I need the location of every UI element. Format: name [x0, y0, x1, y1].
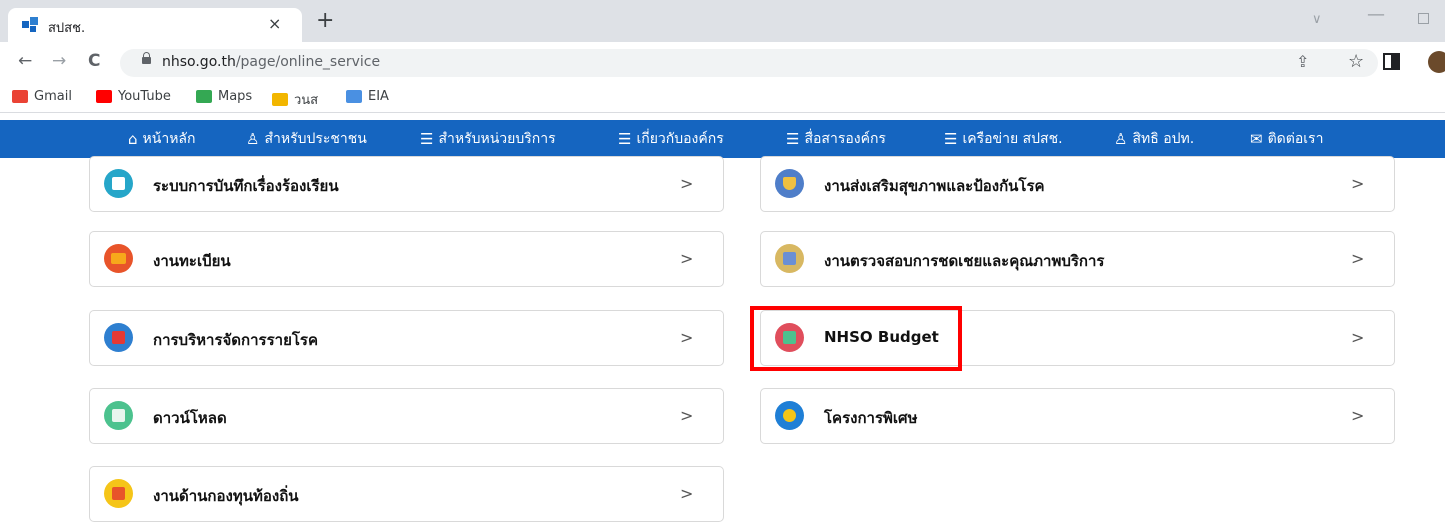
- service-card-download[interactable]: ดาวน์โหลด >: [89, 388, 724, 444]
- service-label: งานส่งเสริมสุขภาพและป้องกันโรค: [824, 177, 1045, 195]
- wns-icon: [272, 93, 288, 106]
- person-icon: ♙: [246, 130, 260, 148]
- bookmarks-bar: Gmail YouTube Maps วนส EIA: [0, 84, 1445, 113]
- chevron-right-icon: >: [680, 328, 694, 347]
- nav-label: สำหรับประชาชน: [264, 131, 367, 147]
- download-icon: [104, 401, 133, 430]
- nav-home[interactable]: ⌂ หน้าหลัก: [128, 128, 195, 150]
- bookmark-label: EIA: [368, 89, 389, 104]
- service-card-registration[interactable]: งานทะเบียน >: [89, 231, 724, 287]
- url-path: /page/online_service: [235, 54, 381, 70]
- nav-communication[interactable]: ☰ สื่อสารองค์กร: [786, 128, 886, 150]
- bookmark-wns[interactable]: วนส: [272, 89, 318, 110]
- briefcase-icon: [104, 479, 133, 508]
- bookmark-gmail[interactable]: Gmail: [12, 89, 72, 104]
- chevron-right-icon: >: [1351, 406, 1365, 425]
- nav-label: สำหรับหน่วยบริการ: [438, 131, 556, 147]
- mail-icon: ✉: [1250, 130, 1263, 148]
- service-label: งานด้านกองทุนท้องถิ่น: [153, 487, 299, 505]
- list-icon: ☰: [944, 130, 958, 148]
- minimize-button[interactable]: —: [1367, 4, 1385, 25]
- nav-network[interactable]: ☰ เครือข่าย สปสช.: [944, 128, 1063, 150]
- side-panel-icon[interactable]: [1383, 53, 1400, 70]
- bookmark-label: YouTube: [118, 89, 171, 104]
- list-icon: ☰: [618, 130, 632, 148]
- complaint-icon: [104, 169, 133, 198]
- service-label: งานตรวจสอบการชดเชยและคุณภาพบริการ: [824, 252, 1105, 270]
- highlight-box: [750, 306, 962, 371]
- bookmark-maps[interactable]: Maps: [196, 89, 252, 104]
- nav-local-rights[interactable]: ♙ สิทธิ อปท.: [1114, 128, 1194, 150]
- service-card-local-fund[interactable]: งานด้านกองทุนท้องถิ่น >: [89, 466, 724, 522]
- medical-kit-icon: [104, 323, 133, 352]
- bookmark-youtube[interactable]: YouTube: [96, 89, 171, 104]
- nav-label: เกี่ยวกับองค์กร: [636, 131, 724, 147]
- service-label: งานทะเบียน: [153, 252, 231, 270]
- forward-button[interactable]: →: [52, 51, 66, 71]
- nav-label: สื่อสารองค์กร: [804, 131, 886, 147]
- share-icon[interactable]: ⇪: [1296, 52, 1309, 71]
- bookmark-label: วนส: [294, 93, 319, 108]
- bookmark-eia[interactable]: EIA: [346, 89, 389, 104]
- browser-toolbar: ← → C nhso.go.th/page/online_service ⇪ ☆: [0, 42, 1445, 84]
- browser-tab-strip: สปสช. × + ∨ —: [0, 0, 1445, 42]
- lock-icon[interactable]: [142, 52, 151, 64]
- nav-label: สิทธิ อปท.: [1132, 131, 1195, 147]
- maximize-button[interactable]: [1418, 13, 1429, 24]
- bookmark-label: Maps: [218, 89, 253, 104]
- chevron-right-icon: >: [680, 484, 694, 503]
- url-text[interactable]: nhso.go.th/page/online_service: [162, 54, 380, 70]
- service-label: ดาวน์โหลด: [153, 409, 227, 427]
- new-tab-button[interactable]: +: [316, 10, 334, 32]
- youtube-icon: [96, 90, 112, 103]
- nav-service-units[interactable]: ☰ สำหรับหน่วยบริการ: [420, 128, 556, 150]
- tab-title: สปสช.: [48, 21, 86, 36]
- tab-search-chevron-icon[interactable]: ∨: [1312, 12, 1322, 27]
- site-main-nav: ⌂ หน้าหลัก ♙ สำหรับประชาชน ☰ สำหรับหน่วยบริ…: [0, 120, 1445, 158]
- home-icon: ⌂: [128, 130, 138, 148]
- nhso-favicon-icon: [22, 17, 38, 32]
- list-icon: ☰: [786, 130, 800, 148]
- reload-button[interactable]: C: [88, 51, 100, 71]
- chevron-right-icon: >: [1351, 174, 1365, 193]
- nav-contact[interactable]: ✉ ติดต่อเรา: [1250, 128, 1323, 150]
- nav-label: ติดต่อเรา: [1267, 131, 1324, 147]
- folder-icon: [104, 244, 133, 273]
- service-card-complaint[interactable]: ระบบการบันทึกเรื่องร้องเรียน >: [89, 156, 724, 212]
- service-label: การบริหารจัดการรายโรค: [153, 331, 319, 349]
- tab-close-icon[interactable]: ×: [268, 14, 281, 34]
- service-card-audit[interactable]: งานตรวจสอบการชดเชยและคุณภาพบริการ >: [760, 231, 1395, 287]
- bookmark-label: Gmail: [34, 89, 72, 104]
- list-icon: ☰: [420, 130, 434, 148]
- nav-label: เครือข่าย สปสช.: [962, 131, 1063, 147]
- browser-tab-active[interactable]: สปสช. ×: [8, 8, 302, 42]
- nav-public[interactable]: ♙ สำหรับประชาชน: [246, 128, 367, 150]
- maps-icon: [196, 90, 212, 103]
- profile-avatar[interactable]: [1428, 51, 1445, 73]
- service-card-special-projects[interactable]: โครงการพิเศษ >: [760, 388, 1395, 444]
- service-card-disease-management[interactable]: การบริหารจัดการรายโรค >: [89, 310, 724, 366]
- people-icon: ♙: [1114, 130, 1128, 148]
- bookmark-star-icon[interactable]: ☆: [1348, 51, 1364, 72]
- address-bar[interactable]: nhso.go.th/page/online_service ⇪ ☆: [120, 49, 1378, 77]
- chevron-right-icon: >: [1351, 249, 1365, 268]
- chevron-right-icon: >: [680, 406, 694, 425]
- shield-icon: [775, 169, 804, 198]
- service-card-health-promotion[interactable]: งานส่งเสริมสุขภาพและป้องกันโรค >: [760, 156, 1395, 212]
- audit-icon: [775, 244, 804, 273]
- service-label: โครงการพิเศษ: [824, 409, 918, 427]
- url-host: nhso.go.th: [162, 54, 236, 70]
- service-label: ระบบการบันทึกเรื่องร้องเรียน: [153, 177, 339, 195]
- chevron-right-icon: >: [680, 249, 694, 268]
- gmail-icon: [12, 90, 28, 103]
- nav-label: หน้าหลัก: [142, 131, 196, 147]
- eia-icon: [346, 90, 362, 103]
- nav-about[interactable]: ☰ เกี่ยวกับองค์กร: [618, 128, 724, 150]
- back-button[interactable]: ←: [18, 51, 32, 71]
- chevron-right-icon: >: [1351, 328, 1365, 347]
- star-icon: [775, 401, 804, 430]
- chevron-right-icon: >: [680, 174, 694, 193]
